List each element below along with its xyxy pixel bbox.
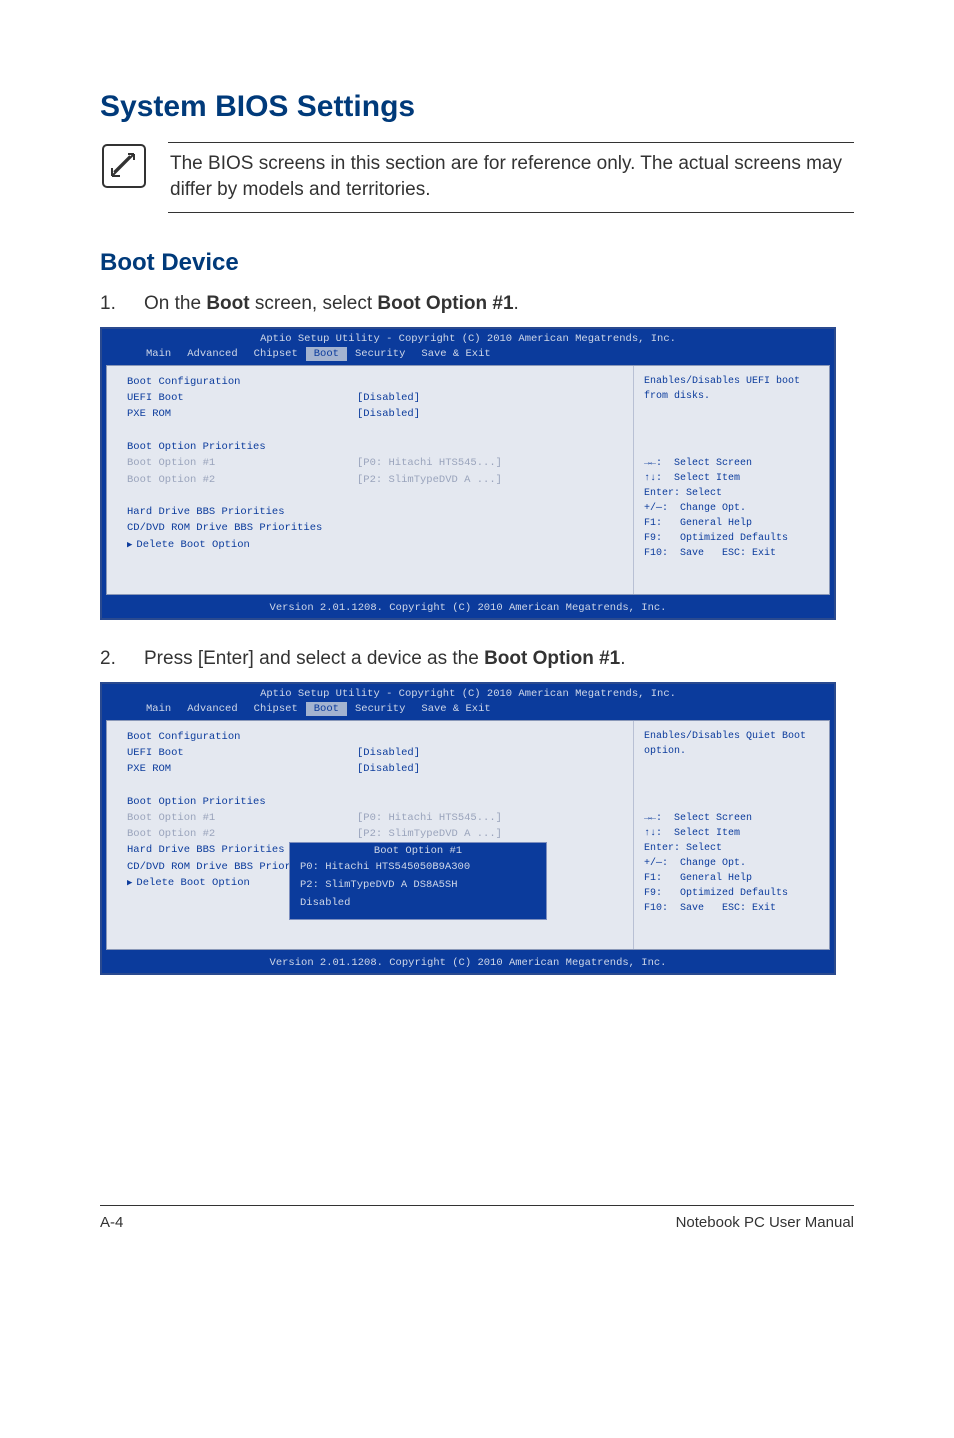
- tab-advanced[interactable]: Advanced: [179, 347, 245, 361]
- page-title: System BIOS Settings: [100, 90, 854, 124]
- boot-option-1-label[interactable]: Boot Option #1: [127, 810, 357, 826]
- text-bold: Boot Option #1: [377, 293, 513, 314]
- popup-option-slimtype[interactable]: P2: SlimTypeDVD A DS8A5SH: [290, 877, 546, 895]
- bios-tabs: Main Advanced Chipset Boot Security Save…: [102, 347, 834, 365]
- popup-option-disabled[interactable]: Disabled: [290, 895, 546, 913]
- bios-help-text: Enables/Disables UEFI boot from disks.: [644, 374, 819, 404]
- tab-save-exit[interactable]: Save & Exit: [413, 347, 498, 361]
- hdd-bbs-priorities[interactable]: Hard Drive BBS Priorities: [127, 504, 285, 520]
- popup-title: Boot Option #1: [291, 843, 545, 859]
- uefi-boot-label[interactable]: UEFI Boot: [127, 390, 357, 406]
- pxe-rom-value: [Disabled]: [357, 406, 623, 422]
- bios-footer: Version 2.01.1208. Copyright (C) 2010 Am…: [102, 599, 834, 618]
- bios-left-pane: Boot Configuration UEFI Boot[Disabled] P…: [107, 721, 633, 949]
- step-number: 2.: [100, 646, 144, 672]
- boot-option-2-value: [P2: SlimTypeDVD A ...]: [357, 826, 502, 842]
- note-text-wrap: The BIOS screens in this section are for…: [168, 142, 854, 213]
- bios-right-pane: Enables/Disables UEFI boot from disks. →…: [633, 366, 829, 594]
- delete-boot-option[interactable]: Delete Boot Option: [127, 875, 250, 891]
- page-footer: A-4 Notebook PC User Manual: [100, 1205, 854, 1231]
- bios-screenshot-2: Aptio Setup Utility - Copyright (C) 2010…: [100, 682, 836, 975]
- section-title: Boot Device: [100, 249, 854, 277]
- bios-help-text: Enables/Disables Quiet Boot option.: [644, 729, 819, 759]
- text-frag: .: [620, 648, 625, 669]
- legend-row: →←: Select Screen: [644, 811, 819, 826]
- text-frag: screen, select: [250, 293, 378, 314]
- note-text: The BIOS screens in this section are for…: [170, 151, 852, 202]
- uefi-boot-value: [Disabled]: [357, 745, 623, 761]
- legend-row: F1: General Help: [644, 516, 819, 531]
- pxe-rom-value: [Disabled]: [357, 761, 623, 777]
- tab-boot[interactable]: Boot: [306, 347, 347, 361]
- bios-left-pane: Boot Configuration UEFI Boot[Disabled] P…: [107, 366, 633, 594]
- legend-row: F10: Save ESC: Exit: [644, 901, 819, 916]
- bios-tabs: Main Advanced Chipset Boot Security Save…: [102, 702, 834, 720]
- boot-config-heading: Boot Configuration: [127, 374, 357, 390]
- legend-row: →←: Select Screen: [644, 456, 819, 471]
- legend-row: Enter: Select: [644, 486, 819, 501]
- uefi-boot-value: [Disabled]: [357, 390, 623, 406]
- bios-screenshot-1: Aptio Setup Utility - Copyright (C) 2010…: [100, 327, 836, 620]
- pxe-rom-label[interactable]: PXE ROM: [127, 406, 357, 422]
- bios-legend: →←: Select Screen ↑↓: Select Item Enter:…: [644, 811, 819, 916]
- bios-legend: →←: Select Screen ↑↓: Select Item Enter:…: [644, 456, 819, 561]
- tab-save-exit[interactable]: Save & Exit: [413, 702, 498, 716]
- boot-option-2-label[interactable]: Boot Option #2: [127, 472, 357, 488]
- boot-option-1-label[interactable]: Boot Option #1: [127, 455, 357, 471]
- legend-row: F9: Optimized Defaults: [644, 531, 819, 546]
- note-block: The BIOS screens in this section are for…: [100, 142, 854, 213]
- legend-row: Enter: Select: [644, 841, 819, 856]
- boot-option-1-value: [P0: Hitachi HTS545...]: [357, 810, 502, 826]
- tab-security[interactable]: Security: [347, 702, 413, 716]
- tab-main[interactable]: Main: [138, 702, 179, 716]
- tab-chipset[interactable]: Chipset: [246, 702, 306, 716]
- text-bold: Boot: [206, 293, 249, 314]
- uefi-boot-label[interactable]: UEFI Boot: [127, 745, 357, 761]
- legend-row: ↑↓: Select Item: [644, 826, 819, 841]
- legend-row: F9: Optimized Defaults: [644, 886, 819, 901]
- step-2: 2. Press [Enter] and select a device as …: [100, 646, 854, 672]
- boot-option-2-label[interactable]: Boot Option #2: [127, 826, 357, 842]
- step-number: 1.: [100, 291, 144, 317]
- boot-priorities-heading: Boot Option Priorities: [127, 439, 357, 455]
- legend-row: +/—: Change Opt.: [644, 856, 819, 871]
- page-number: A-4: [100, 1214, 123, 1231]
- tab-boot[interactable]: Boot: [306, 702, 347, 716]
- legend-row: F10: Save ESC: Exit: [644, 546, 819, 561]
- bios-header: Aptio Setup Utility - Copyright (C) 2010…: [102, 329, 834, 347]
- boot-option-2-value: [P2: SlimTypeDVD A ...]: [357, 472, 502, 488]
- legend-row: ↑↓: Select Item: [644, 471, 819, 486]
- boot-option-1-value: [P0: Hitachi HTS545...]: [357, 455, 502, 471]
- boot-priorities-heading: Boot Option Priorities: [127, 794, 357, 810]
- step-text: Press [Enter] and select a device as the…: [144, 646, 854, 672]
- note-icon: [100, 142, 148, 190]
- text-bold: Boot Option #1: [484, 648, 620, 669]
- boot-config-heading: Boot Configuration: [127, 729, 357, 745]
- pxe-rom-label[interactable]: PXE ROM: [127, 761, 357, 777]
- bios-footer: Version 2.01.1208. Copyright (C) 2010 Am…: [102, 954, 834, 973]
- bios-right-pane: Enables/Disables Quiet Boot option. →←: …: [633, 721, 829, 949]
- tab-main[interactable]: Main: [138, 347, 179, 361]
- manual-title: Notebook PC User Manual: [676, 1214, 854, 1231]
- bios-header: Aptio Setup Utility - Copyright (C) 2010…: [102, 684, 834, 702]
- popup-option-hitachi[interactable]: P0: Hitachi HTS545050B9A300: [290, 859, 546, 877]
- delete-boot-option[interactable]: Delete Boot Option: [127, 537, 250, 553]
- step-1: 1. On the Boot screen, select Boot Optio…: [100, 291, 854, 317]
- legend-row: +/—: Change Opt.: [644, 501, 819, 516]
- tab-security[interactable]: Security: [347, 347, 413, 361]
- cddvd-bbs-priorities[interactable]: CD/DVD ROM Drive BBS Priorities: [127, 520, 322, 536]
- step-text: On the Boot screen, select Boot Option #…: [144, 291, 854, 317]
- text-frag: On the: [144, 293, 206, 314]
- tab-advanced[interactable]: Advanced: [179, 702, 245, 716]
- legend-row: F1: General Help: [644, 871, 819, 886]
- text-frag: Press [Enter] and select a device as the: [144, 648, 484, 669]
- hdd-bbs-priorities[interactable]: Hard Drive BBS Priorities: [127, 842, 285, 858]
- boot-option-popup: Boot Option #1 P0: Hitachi HTS545050B9A3…: [289, 842, 547, 919]
- text-frag: .: [514, 293, 519, 314]
- tab-chipset[interactable]: Chipset: [246, 347, 306, 361]
